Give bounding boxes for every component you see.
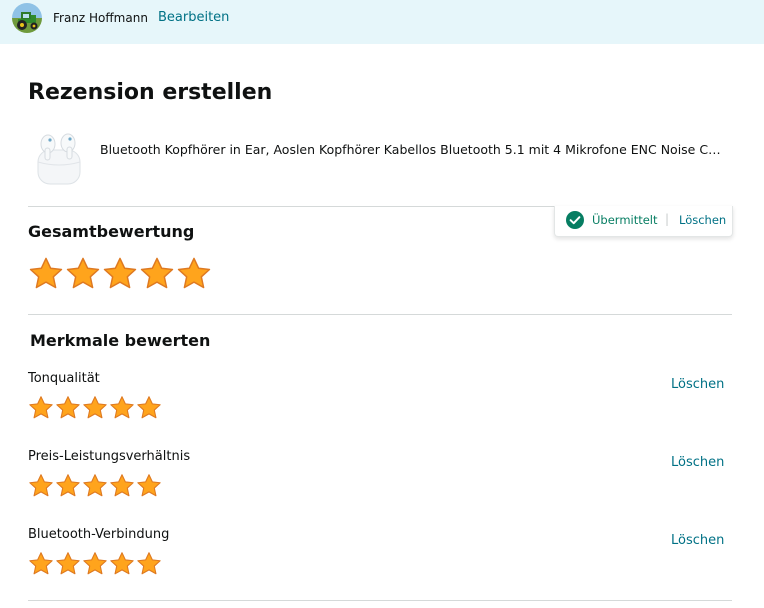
feature-stars-bluetooth-verbindung[interactable]: [28, 551, 162, 577]
user-name: Franz Hoffmann: [53, 11, 148, 25]
check-circle-icon: [566, 211, 584, 229]
star-icon[interactable]: [28, 395, 54, 421]
star-icon[interactable]: [139, 256, 175, 292]
divider: [28, 314, 732, 315]
star-icon[interactable]: [176, 256, 212, 292]
star-icon[interactable]: [65, 256, 101, 292]
feature-label-preis-leistung: Preis-Leistungsverhältnis: [28, 449, 191, 464]
feature-label-bluetooth-verbindung: Bluetooth-Verbindung: [28, 527, 170, 542]
star-icon[interactable]: [136, 551, 162, 577]
star-icon[interactable]: [82, 395, 108, 421]
star-icon[interactable]: [109, 473, 135, 499]
page-title: Rezension erstellen: [28, 80, 273, 105]
star-icon[interactable]: [55, 551, 81, 577]
star-icon[interactable]: [28, 256, 64, 292]
feature-stars-preis-leistung[interactable]: [28, 473, 162, 499]
product-image: [30, 128, 88, 190]
star-icon[interactable]: [109, 551, 135, 577]
overall-star-rating[interactable]: [28, 256, 212, 292]
feature-delete-tonqualitaet[interactable]: Löschen: [671, 377, 724, 393]
star-icon[interactable]: [55, 395, 81, 421]
submitted-status-box: Übermittelt | Löschen: [554, 206, 733, 237]
feature-stars-tonqualitaet[interactable]: [28, 395, 162, 421]
submitted-label: Übermittelt: [592, 213, 658, 227]
star-icon[interactable]: [136, 395, 162, 421]
separator: |: [665, 212, 670, 226]
star-icon[interactable]: [82, 551, 108, 577]
star-icon[interactable]: [102, 256, 138, 292]
user-avatar[interactable]: [12, 3, 42, 33]
divider: [28, 600, 732, 601]
tractor-avatar-image: [12, 3, 42, 33]
delete-review-button[interactable]: Löschen: [679, 213, 726, 227]
star-icon[interactable]: [109, 395, 135, 421]
overall-rating-heading: Gesamtbewertung: [28, 222, 195, 241]
earbuds-case-image: [37, 133, 81, 185]
edit-profile-link[interactable]: Bearbeiten: [158, 9, 229, 26]
star-icon[interactable]: [136, 473, 162, 499]
star-icon[interactable]: [28, 473, 54, 499]
star-icon[interactable]: [28, 551, 54, 577]
feature-rating-heading: Merkmale bewerten: [30, 331, 211, 350]
product-title: Bluetooth Kopfhörer in Ear, Aoslen Kopfh…: [100, 142, 725, 157]
profile-header: Franz Hoffmann Bearbeiten: [0, 0, 764, 44]
feature-delete-bluetooth-verbindung[interactable]: Löschen: [671, 533, 724, 549]
feature-delete-preis-leistung[interactable]: Löschen: [671, 455, 724, 471]
star-icon[interactable]: [82, 473, 108, 499]
star-icon[interactable]: [55, 473, 81, 499]
feature-label-tonqualitaet: Tonqualität: [28, 371, 100, 386]
